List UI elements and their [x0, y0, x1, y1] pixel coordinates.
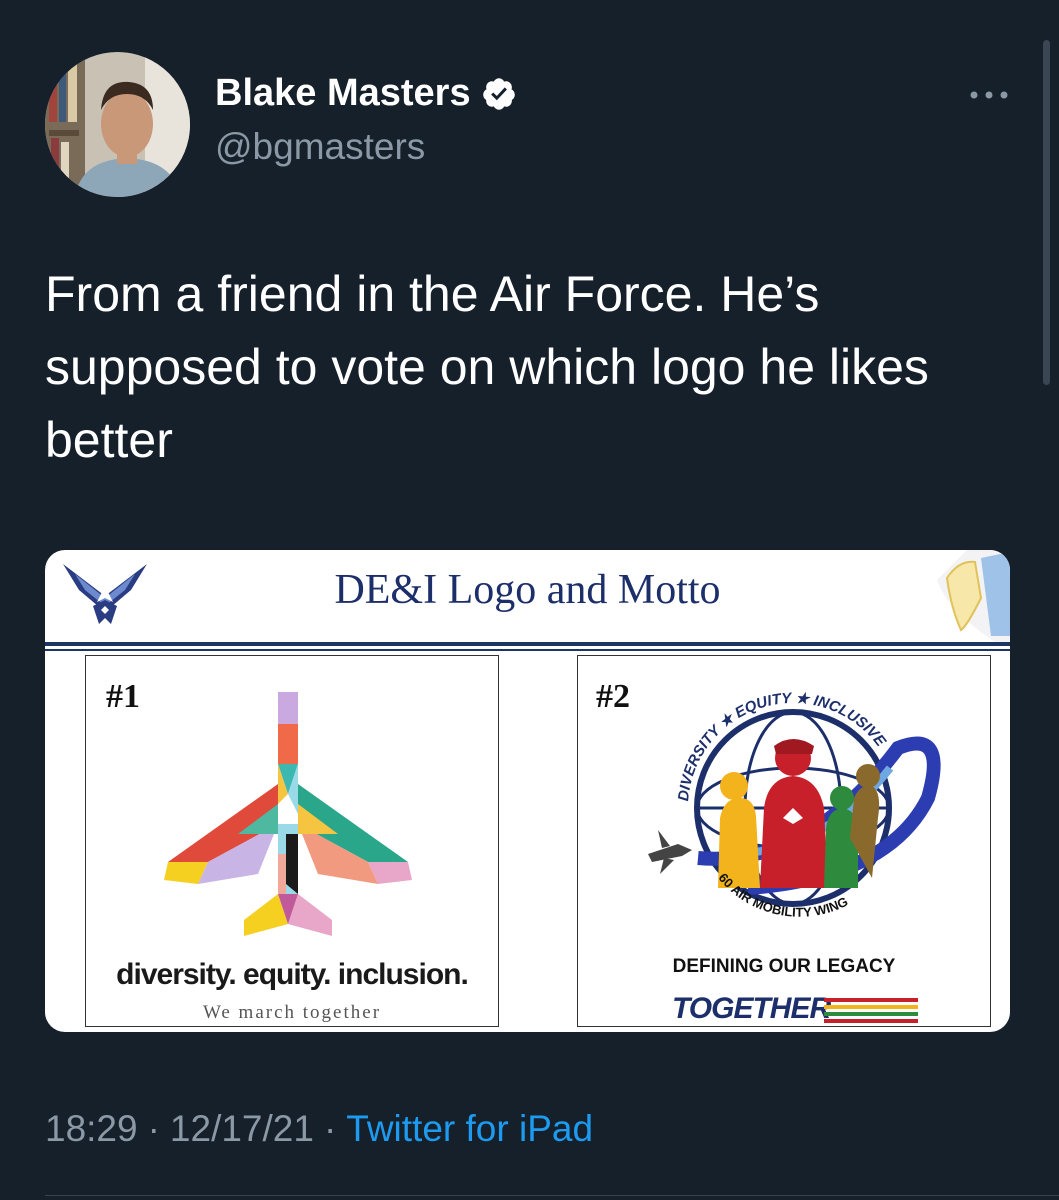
logo-option-2: #2 DIVERSITY ★ EQUITY ★ INCLUSIVE 60 AIR… — [577, 655, 991, 1027]
more-icon[interactable] — [966, 80, 1012, 110]
slide-divider — [45, 649, 1010, 651]
option-1-number: #1 — [106, 678, 140, 715]
option-1-motto: We march together — [202, 1002, 382, 1023]
divider — [45, 1195, 1059, 1196]
tweet-media-image[interactable]: DE&I Logo and Motto #1 diversity. equity… — [45, 550, 1010, 1032]
amw-badge-icon: DIVERSITY ★ EQUITY ★ INCLUSIVE 60 AIR MO… — [648, 690, 941, 920]
plane-logo-icon — [164, 692, 412, 936]
option-2-number: #2 — [596, 678, 630, 715]
tweet-text: From a friend in the Air Force. He’s sup… — [45, 266, 929, 468]
option-2-together: TOGETHER — [672, 992, 831, 1025]
display-name[interactable]: Blake Masters — [215, 72, 471, 115]
option-1-slogan: diversity. equity. inclusion. — [116, 958, 469, 991]
logo-option-1: #1 diversity. equity. inclusion. We marc… — [85, 655, 499, 1027]
tricolor-stripes-icon — [824, 998, 918, 1023]
tweet-source-link[interactable]: Twitter for iPad — [346, 1108, 593, 1150]
option-2-slogan: DEFINING OUR LEGACY — [672, 956, 896, 977]
corner-emblem-icon — [937, 550, 1010, 642]
scrollbar[interactable] — [1043, 40, 1050, 385]
tweet-date[interactable]: 12/17/21 — [170, 1108, 314, 1150]
meta-separator: · — [147, 1108, 160, 1149]
slide-title: DE&I Logo and Motto — [334, 567, 721, 613]
author-handle[interactable]: @bgmasters — [215, 126, 425, 168]
tweet-time[interactable]: 18:29 — [45, 1108, 138, 1150]
meta-separator: · — [323, 1108, 337, 1149]
verified-badge-icon — [482, 77, 515, 110]
tweet-meta: 18:29 · 12/17/21 · Twitter for iPad — [45, 1108, 593, 1150]
avatar[interactable] — [45, 52, 190, 197]
